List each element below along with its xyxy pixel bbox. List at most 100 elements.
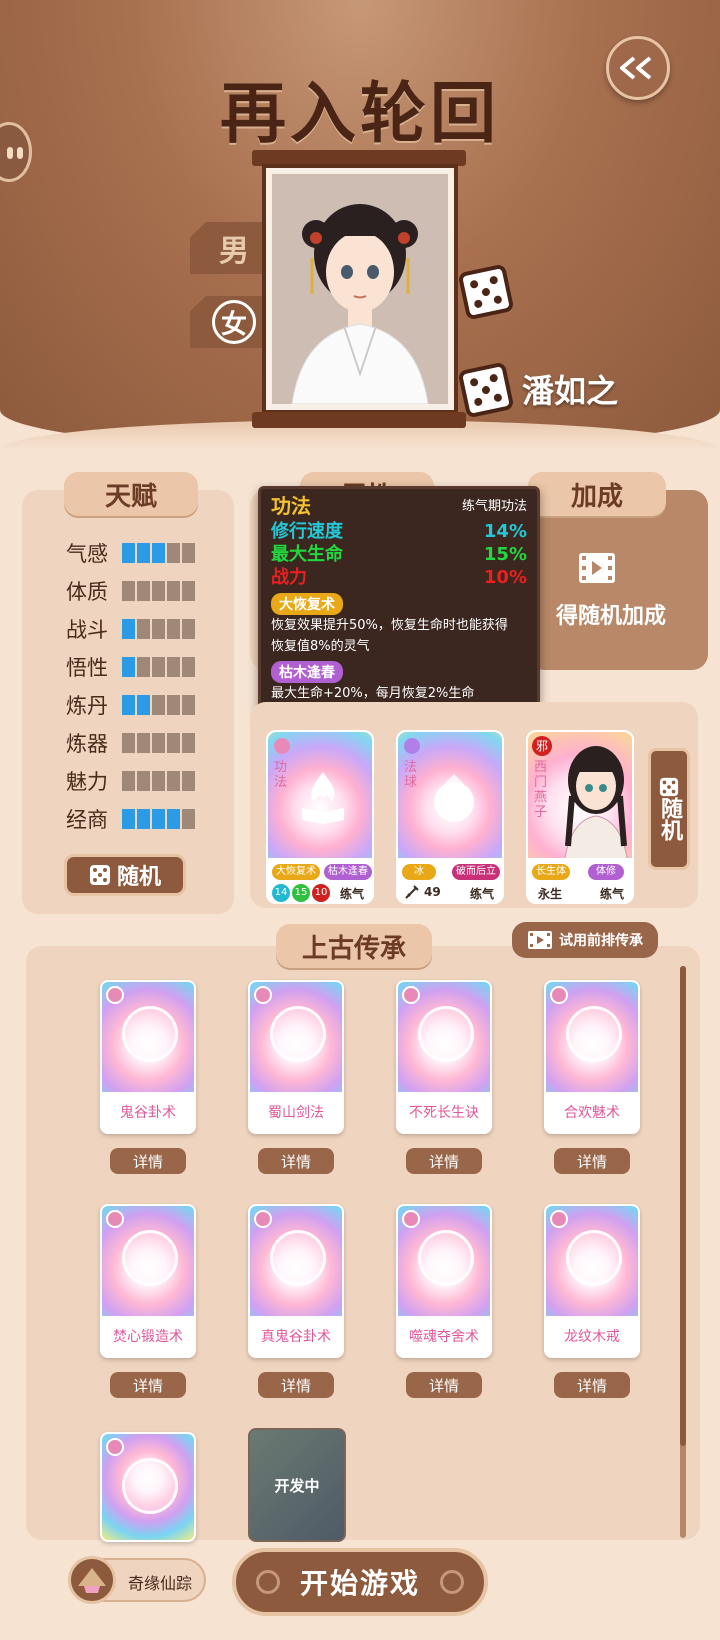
legacy-scrollbar[interactable] bbox=[680, 966, 686, 1538]
gongfa-stage: 练气 bbox=[340, 887, 365, 901]
legacy-art-icon bbox=[566, 1230, 622, 1286]
talent-row: 战斗 bbox=[66, 614, 195, 644]
companion-lifespan: 永生 bbox=[538, 887, 563, 901]
legacy-art-icon bbox=[418, 1230, 474, 1286]
legacy-badge-icon bbox=[254, 986, 272, 1004]
random-name-dice-icon[interactable] bbox=[457, 361, 515, 419]
gender-female-label: 女 bbox=[212, 300, 256, 344]
legacy-detail-button[interactable]: 详情 bbox=[406, 1372, 482, 1398]
legacy-card-label: 鬼谷卦术 bbox=[102, 1092, 194, 1132]
tooltip-stat-row: 修行速度 14% bbox=[271, 520, 527, 543]
legacy-card-label: 噬魂夺舍术 bbox=[398, 1316, 490, 1356]
tooltip-stat-label: 最大生命 bbox=[271, 544, 343, 565]
gongfa-speed-dot: 14 bbox=[272, 884, 290, 902]
talent-row: 炼器 bbox=[66, 728, 195, 758]
tooltip-skill1-desc2: 恢复值8%的灵气 bbox=[271, 639, 370, 654]
sword-icon bbox=[405, 885, 419, 899]
gender-male-label: 男 bbox=[219, 234, 249, 269]
legacy-detail-button[interactable]: 详情 bbox=[406, 1148, 482, 1174]
legacy-detail-button[interactable]: 详情 bbox=[258, 1372, 334, 1398]
talent-label: 战斗 bbox=[66, 618, 108, 642]
dev-label: 开发中 bbox=[274, 1476, 320, 1495]
legacy-detail-button[interactable]: 详情 bbox=[554, 1148, 630, 1174]
talent-level-bar bbox=[122, 809, 195, 829]
talent-label: 炼器 bbox=[66, 732, 108, 756]
legacy-detail-button[interactable]: 详情 bbox=[258, 1148, 334, 1174]
tab-talent[interactable]: 天赋 bbox=[64, 472, 198, 516]
side-random-button[interactable]: 随机 bbox=[648, 748, 690, 870]
legacy-card-label: 合欢魅术 bbox=[546, 1092, 638, 1132]
legacy-badge-icon bbox=[106, 986, 124, 1004]
gongfa-pill1: 大恢复术 bbox=[272, 864, 320, 880]
talent-label: 气感 bbox=[66, 542, 108, 566]
legacy-badge-icon bbox=[550, 1210, 568, 1228]
legacy-card[interactable]: 焚心锻造术 bbox=[100, 1204, 196, 1358]
talent-level-bar bbox=[122, 771, 195, 791]
legacy-card[interactable]: 不死长生诀 bbox=[396, 980, 492, 1134]
gongfa-card[interactable]: 功法 大恢复术 枯木逢春 14 15 10 练气 bbox=[266, 730, 374, 904]
gongfa-tooltip: 功法 练气期功法 修行速度 14% 最大生命 15% 战力 10% 大恢复术 恢复效果提升… bbox=[258, 486, 540, 720]
trial-legacy-label: 试用前排传承 bbox=[559, 933, 643, 949]
faqiu-stage: 练气 bbox=[470, 887, 495, 901]
companion-portrait bbox=[563, 746, 629, 864]
bonus-text: 得随机加成 bbox=[556, 604, 667, 629]
companion-pill1: 长生体 bbox=[532, 864, 570, 880]
start-game-button[interactable]: 开始游戏 bbox=[232, 1548, 488, 1616]
companion-card-label: 西门燕子 bbox=[534, 760, 548, 820]
legacy-card[interactable]: 蜀山剑法 bbox=[248, 980, 344, 1134]
video-icon bbox=[528, 931, 552, 949]
tooltip-skill2-name: 枯木逢春 bbox=[271, 661, 343, 683]
legacy-art-icon bbox=[122, 1006, 178, 1062]
legacy-art-icon bbox=[566, 1006, 622, 1062]
legacy-card-9[interactable] bbox=[100, 1432, 196, 1542]
gongfa-pill2: 枯木逢春 bbox=[324, 864, 372, 880]
start-game-label: 开始游戏 bbox=[299, 1567, 420, 1600]
faqiu-badge-icon bbox=[404, 738, 420, 754]
legacy-card-label: 焚心锻造术 bbox=[102, 1316, 194, 1356]
legacy-detail-button[interactable]: 详情 bbox=[110, 1372, 186, 1398]
side-random-label: 随机 bbox=[657, 797, 682, 841]
legacy-card[interactable]: 真鬼谷卦术 bbox=[248, 1204, 344, 1358]
tooltip-stat-value: 14% bbox=[483, 521, 527, 542]
gongfa-card-label: 功法 bbox=[274, 760, 288, 790]
faqiu-pill1: 冰 bbox=[402, 864, 436, 880]
talent-level-bar bbox=[122, 733, 195, 753]
tooltip-title: 功法 bbox=[271, 494, 311, 518]
scroll-rod-bottom bbox=[252, 412, 466, 428]
character-name[interactable]: 潘如之 bbox=[522, 366, 618, 412]
legacy-badge-icon bbox=[106, 1210, 124, 1228]
legacy-card[interactable]: 鬼谷卦术 bbox=[100, 980, 196, 1134]
legacy-card-label: 蜀山剑法 bbox=[250, 1092, 342, 1132]
talent-label: 魅力 bbox=[66, 770, 108, 794]
companion-pill2: 体修 bbox=[588, 864, 624, 880]
trial-legacy-button[interactable]: 试用前排传承 bbox=[512, 922, 658, 958]
talent-label: 体质 bbox=[66, 580, 108, 604]
character-art bbox=[291, 204, 429, 404]
dice-icon[interactable] bbox=[457, 263, 515, 321]
talent-level-bar bbox=[122, 581, 195, 601]
gongfa-life-dot: 15 bbox=[292, 884, 310, 902]
tooltip-stat-value: 10% bbox=[483, 567, 527, 588]
tooltip-stat-label: 战力 bbox=[271, 567, 307, 588]
talent-random-button[interactable]: 随机 bbox=[64, 854, 186, 896]
talent-level-bar bbox=[122, 695, 195, 715]
page-title: 再入轮回 bbox=[220, 74, 500, 152]
bonus-panel[interactable] bbox=[528, 490, 708, 670]
legacy-card[interactable]: 合欢魅术 bbox=[544, 980, 640, 1134]
back-button[interactable] bbox=[606, 36, 670, 100]
legacy-card[interactable]: 噬魂夺舍术 bbox=[396, 1204, 492, 1358]
talent-row: 魅力 bbox=[66, 766, 195, 796]
companion-card[interactable]: 邪 西门燕子 长生体 体修 永生 练气 bbox=[526, 730, 634, 904]
legacy-detail-button[interactable]: 详情 bbox=[554, 1372, 630, 1398]
talent-level-bar bbox=[122, 657, 195, 677]
faqiu-card[interactable]: 法球 冰 破而后立 49 练气 bbox=[396, 730, 504, 904]
legacy-art-icon bbox=[418, 1006, 474, 1062]
orb-icon bbox=[434, 774, 474, 822]
talent-row: 气感 bbox=[66, 538, 195, 568]
character-portrait bbox=[272, 174, 448, 404]
legacy-card[interactable]: 龙纹木戒 bbox=[544, 1204, 640, 1358]
talent-random-label: 随机 bbox=[116, 865, 161, 890]
talent-row: 炼丹 bbox=[66, 690, 195, 720]
tab-bonus[interactable]: 加成 bbox=[528, 472, 666, 516]
legacy-detail-button[interactable]: 详情 bbox=[110, 1148, 186, 1174]
